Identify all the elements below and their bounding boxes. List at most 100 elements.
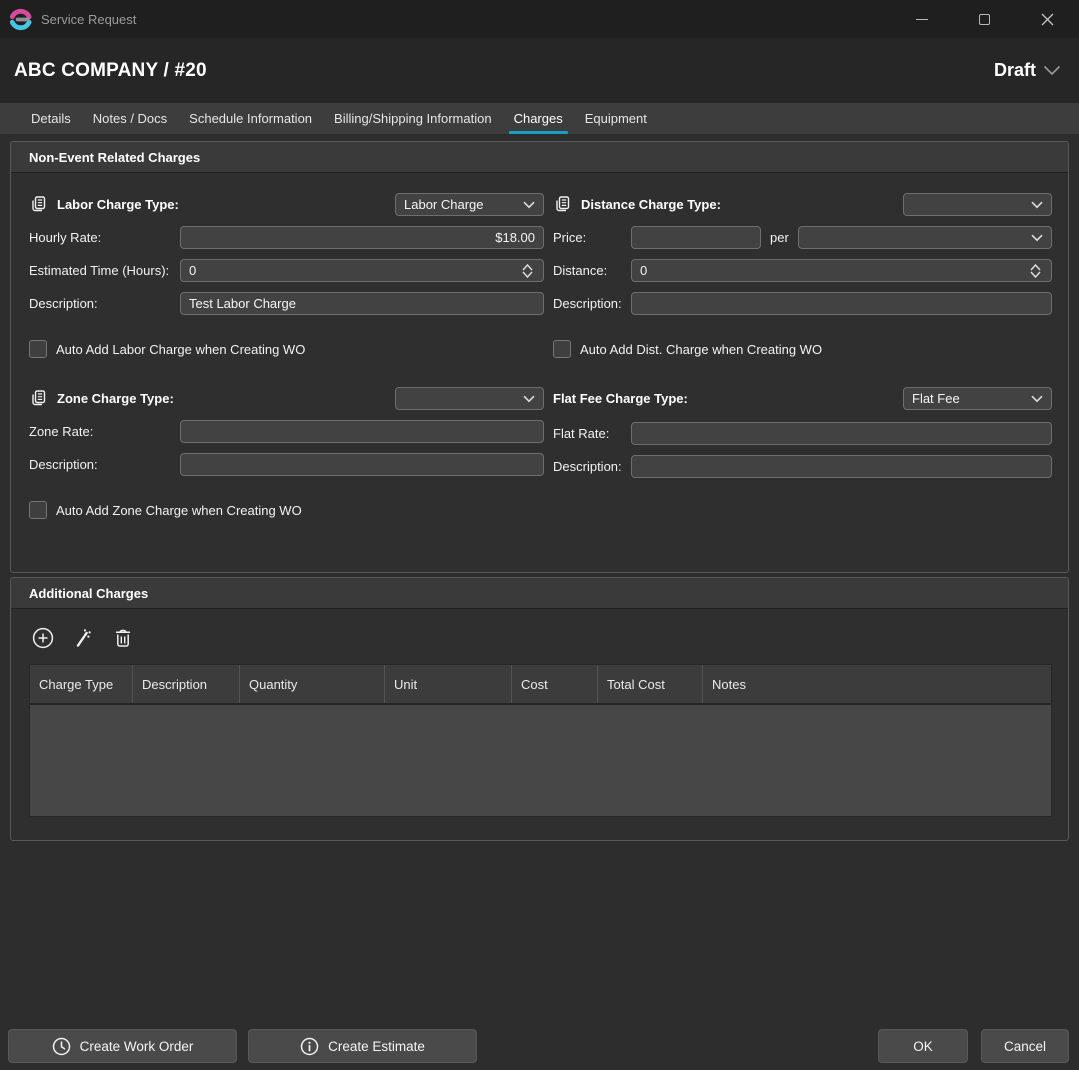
tab-schedule-information[interactable]: Schedule Information xyxy=(178,103,323,134)
ok-label: OK xyxy=(913,1039,933,1054)
estimated-time-value: 0 xyxy=(189,263,196,278)
footer: Create Work Order Create Estimate OK Can… xyxy=(0,1029,1079,1063)
auto-add-distance-checkbox[interactable] xyxy=(553,340,571,358)
status-dropdown[interactable]: Draft xyxy=(994,60,1061,81)
column-header-quantity[interactable]: Quantity xyxy=(240,665,385,703)
delete-charge-button[interactable] xyxy=(111,626,135,650)
auto-add-labor-checkbox[interactable] xyxy=(29,340,47,358)
flat-fee-charge-type-value: Flat Fee xyxy=(912,391,960,406)
distance-charge-type-select[interactable] xyxy=(903,193,1052,216)
zone-rate-row: Zone Rate: xyxy=(29,420,544,443)
service-request-window: Service Request ABC COMPANY / #20 Draft … xyxy=(0,0,1079,1070)
close-button[interactable] xyxy=(1016,0,1079,38)
tab-equipment[interactable]: Equipment xyxy=(574,103,658,134)
left-column: Labor Charge Type: Labor Charge Hourly R… xyxy=(29,193,544,519)
non-event-charges-panel: Non-Event Related Charges Labor Charge T… xyxy=(10,141,1069,573)
info-icon xyxy=(300,1037,319,1056)
column-header-description[interactable]: Description xyxy=(133,665,240,703)
distance-description-input[interactable] xyxy=(631,292,1052,315)
per-unit-select[interactable] xyxy=(798,226,1052,249)
maximize-button[interactable] xyxy=(953,0,1016,38)
document-stack-icon xyxy=(29,195,48,214)
auto-add-zone-label: Auto Add Zone Charge when Creating WO xyxy=(56,503,302,518)
labor-charge-type-select[interactable]: Labor Charge xyxy=(395,193,544,216)
minimize-button[interactable] xyxy=(890,0,953,38)
tabbar: Details Notes / Docs Schedule Informatio… xyxy=(0,103,1079,134)
estimated-time-stepper[interactable]: 0 xyxy=(180,259,544,282)
column-header-cost[interactable]: Cost xyxy=(512,665,598,703)
non-event-charges-title: Non-Event Related Charges xyxy=(11,142,1068,173)
hourly-rate-row: Hourly Rate: xyxy=(29,226,544,249)
zone-description-row: Description: xyxy=(29,453,544,476)
chevron-down-icon xyxy=(523,395,535,403)
create-work-order-button[interactable]: Create Work Order xyxy=(8,1029,237,1063)
flat-fee-charge-type-row: Flat Fee Charge Type: Flat Fee xyxy=(553,387,1052,410)
auto-add-labor-row: Auto Add Labor Charge when Creating WO xyxy=(29,340,544,358)
column-header-charge-type[interactable]: Charge Type xyxy=(30,665,133,703)
zone-charge-type-select[interactable] xyxy=(395,387,544,410)
window-controls xyxy=(890,0,1079,38)
create-estimate-button[interactable]: Create Estimate xyxy=(248,1029,477,1063)
hourly-rate-input[interactable] xyxy=(180,226,544,249)
maximize-icon xyxy=(979,14,990,25)
chevron-down-icon xyxy=(1031,234,1043,242)
estimated-time-label: Estimated Time (Hours): xyxy=(29,263,180,278)
price-input[interactable] xyxy=(631,226,761,249)
content: Non-Event Related Charges Labor Charge T… xyxy=(0,134,1079,841)
additional-charges-panel: Additional Charges Charge Type Descripti… xyxy=(10,577,1069,841)
auto-add-labor-label: Auto Add Labor Charge when Creating WO xyxy=(56,342,305,357)
up-down-chevrons-icon[interactable] xyxy=(522,264,533,278)
labor-description-input[interactable] xyxy=(180,292,544,315)
column-header-unit[interactable]: Unit xyxy=(385,665,512,703)
table-header-row: Charge Type Description Quantity Unit Co… xyxy=(30,665,1051,705)
auto-add-distance-label: Auto Add Dist. Charge when Creating WO xyxy=(580,342,822,357)
document-stack-icon xyxy=(29,389,48,408)
zone-charge-type-label: Zone Charge Type: xyxy=(57,391,174,406)
flat-rate-input[interactable] xyxy=(631,422,1052,445)
auto-add-zone-checkbox[interactable] xyxy=(29,501,47,519)
flat-description-input[interactable] xyxy=(631,455,1052,478)
flat-description-label: Description: xyxy=(553,459,631,474)
tab-billing-shipping-information[interactable]: Billing/Shipping Information xyxy=(323,103,503,134)
tab-details[interactable]: Details xyxy=(20,103,82,134)
additional-charges-title: Additional Charges xyxy=(11,578,1068,609)
zone-rate-label: Zone Rate: xyxy=(29,424,180,439)
distance-stepper[interactable]: 0 xyxy=(631,259,1052,282)
tab-notes-docs[interactable]: Notes / Docs xyxy=(82,103,178,134)
flat-fee-charge-type-label: Flat Fee Charge Type: xyxy=(553,391,688,406)
status-badge: Draft xyxy=(994,60,1036,81)
additional-charges-toolbar xyxy=(11,609,1068,664)
flat-description-row: Description: xyxy=(553,455,1052,478)
zone-rate-input[interactable] xyxy=(180,420,544,443)
trash-icon xyxy=(113,627,133,649)
document-stack-icon xyxy=(553,195,572,214)
plus-circle-icon xyxy=(32,627,54,649)
auto-add-zone-row: Auto Add Zone Charge when Creating WO xyxy=(29,501,544,519)
minimize-icon xyxy=(916,19,928,20)
cancel-button[interactable]: Cancel xyxy=(981,1029,1069,1063)
up-down-chevrons-icon[interactable] xyxy=(1030,264,1041,278)
ok-button[interactable]: OK xyxy=(878,1029,968,1063)
header: ABC COMPANY / #20 Draft xyxy=(0,38,1079,103)
distance-label: Distance: xyxy=(553,263,631,278)
flat-fee-charge-type-select[interactable]: Flat Fee xyxy=(903,387,1052,410)
window-title: Service Request xyxy=(41,12,136,27)
app-logo-icon xyxy=(9,8,32,31)
hourly-rate-label: Hourly Rate: xyxy=(29,230,180,245)
page-title: ABC COMPANY / #20 xyxy=(14,60,207,82)
table-empty-body[interactable] xyxy=(30,705,1051,816)
clock-icon xyxy=(52,1037,71,1056)
add-charge-button[interactable] xyxy=(31,626,55,650)
close-icon xyxy=(1041,13,1054,26)
zone-description-input[interactable] xyxy=(180,453,544,476)
tab-charges[interactable]: Charges xyxy=(503,103,574,134)
column-header-total-cost[interactable]: Total Cost xyxy=(598,665,703,703)
non-event-charges-body: Labor Charge Type: Labor Charge Hourly R… xyxy=(11,173,1068,519)
labor-description-label: Description: xyxy=(29,296,180,311)
column-header-notes[interactable]: Notes xyxy=(703,665,1051,703)
zone-charge-type-row: Zone Charge Type: xyxy=(29,387,544,410)
magic-wand-button[interactable] xyxy=(71,626,95,650)
chevron-down-icon xyxy=(1043,65,1061,76)
labor-charge-type-row: Labor Charge Type: Labor Charge xyxy=(29,193,544,216)
price-label: Price: xyxy=(553,230,631,245)
